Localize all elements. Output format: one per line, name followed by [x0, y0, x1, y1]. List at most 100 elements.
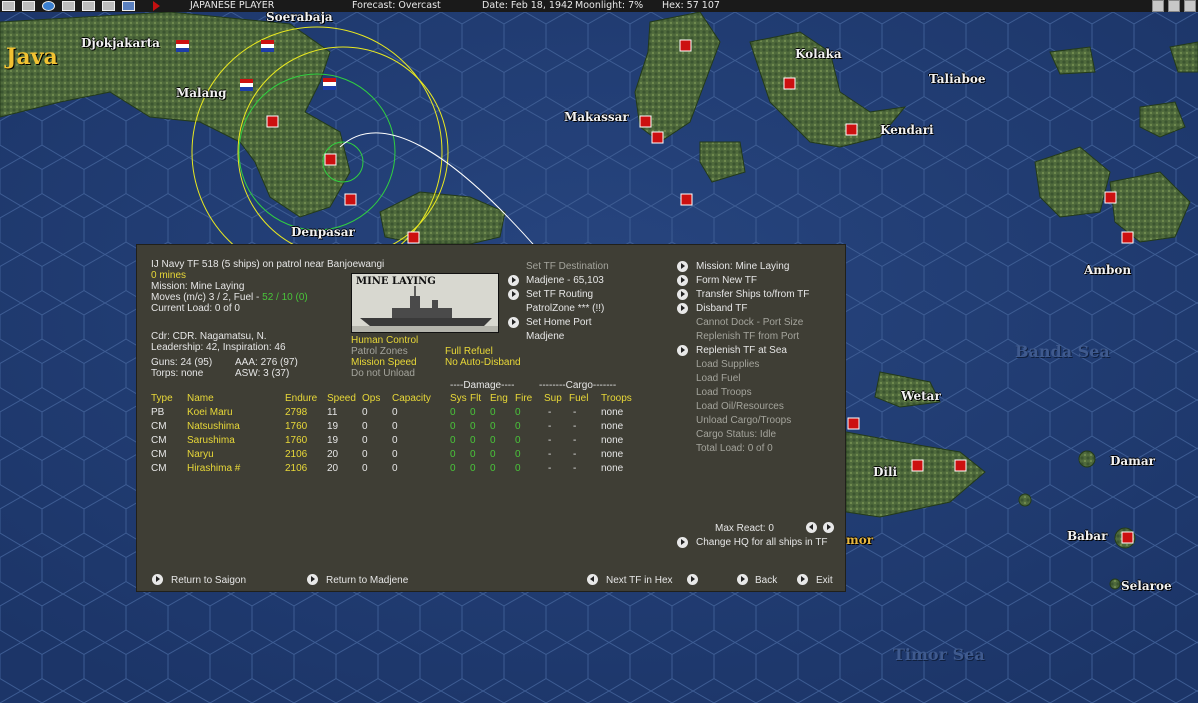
set-routing-button[interactable]: [508, 289, 519, 300]
table-header-eng[interactable]: Eng: [490, 393, 508, 405]
return-saigon-label[interactable]: Return to Saigon: [171, 575, 246, 587]
ship-row-1-name[interactable]: Natsushima: [187, 421, 240, 433]
next-tf-button[interactable]: [687, 574, 698, 585]
prev-tf-button[interactable]: [587, 574, 598, 585]
place-ambon[interactable]: Ambon: [1084, 263, 1131, 277]
set-destination-button[interactable]: [508, 275, 519, 286]
zoom-icon[interactable]: [1168, 0, 1180, 12]
back-label[interactable]: Back: [755, 575, 777, 587]
menu-transfer-ships[interactable]: Transfer Ships to/from TF: [696, 289, 809, 301]
table-header-ops[interactable]: Ops: [362, 393, 380, 405]
place-denpasar[interactable]: Denpasar: [291, 225, 355, 239]
save-icon[interactable]: [2, 1, 15, 11]
replenish-at-sea-button[interactable]: [677, 345, 688, 356]
sea-timor: Timor Sea: [893, 645, 985, 664]
place-babar[interactable]: Babar: [1067, 529, 1107, 543]
ops-icon[interactable]: [62, 1, 75, 11]
place-kolaka[interactable]: Kolaka: [795, 47, 842, 61]
table-header-fire[interactable]: Fire: [515, 393, 532, 405]
globe-icon[interactable]: [42, 1, 55, 11]
max-react-label: Max React: 0: [715, 523, 774, 534]
exit-button[interactable]: [797, 574, 808, 585]
sea-banda: Banda Sea: [1015, 342, 1110, 361]
report-icon[interactable]: [22, 1, 35, 11]
table-header-sup[interactable]: Sup: [544, 393, 562, 405]
patrol-zone-value[interactable]: PatrolZone *** (!!): [526, 303, 604, 315]
exit-label[interactable]: Exit: [816, 575, 833, 587]
table-header-fuel[interactable]: Fuel: [569, 393, 588, 405]
set-home-port-label[interactable]: Set Home Port: [526, 317, 592, 329]
max-react-increase[interactable]: [823, 522, 834, 533]
do-not-unload-toggle[interactable]: Do not Unload: [351, 368, 415, 380]
table-header-sys[interactable]: Sys: [450, 393, 467, 405]
flag-icon[interactable]: [1152, 0, 1164, 12]
place-djokjakarta[interactable]: Djokjakarta: [81, 36, 160, 50]
end-turn-icon[interactable]: [153, 1, 160, 11]
destination-value[interactable]: Madjene - 65,103: [526, 275, 604, 287]
change-hq-label[interactable]: Change HQ for all ships in TF: [696, 537, 828, 549]
ship-row-2-troops: none: [601, 435, 624, 446]
ship-row-3-sys: 0: [450, 449, 456, 460]
return-saigon-button[interactable]: [152, 574, 163, 585]
form-new-tf-button[interactable]: [677, 275, 688, 286]
return-madjene-label[interactable]: Return to Madjene: [326, 575, 408, 587]
ship-row-3-speed: 20: [327, 449, 339, 460]
mission-button[interactable]: [677, 261, 688, 272]
ship-row-0-fuel: -: [573, 407, 577, 418]
place-soerabaja[interactable]: Soerabaja: [266, 10, 333, 24]
ship-row-4-fuel: -: [573, 463, 577, 474]
place-damar[interactable]: Damar: [1110, 454, 1155, 468]
menu-total-load: Total Load: 0 of 0: [696, 443, 773, 454]
ship-row-0-endure: 2798: [285, 407, 308, 418]
ship-row-2-name[interactable]: Sarushima: [187, 435, 235, 447]
ship-row-4-name[interactable]: Hirashima #: [187, 463, 240, 475]
table-header-speed[interactable]: Speed: [327, 393, 356, 405]
ship-row-2-eng: 0: [490, 435, 496, 446]
place-wetar[interactable]: Wetar: [901, 389, 941, 403]
menu-mission[interactable]: Mission: Mine Laying: [696, 261, 789, 273]
window-icon[interactable]: [122, 1, 135, 11]
table-header-troops[interactable]: Troops: [601, 393, 632, 405]
change-hq-button[interactable]: [677, 537, 688, 548]
ship-row-3-type: CM: [151, 449, 167, 460]
table-header-capacity[interactable]: Capacity: [392, 393, 431, 405]
task-force-panel: IJ Navy TF 518 (5 ships) on patrol near …: [136, 244, 846, 592]
place-malang[interactable]: Malang: [176, 86, 227, 100]
disband-tf-button[interactable]: [677, 303, 688, 314]
set-routing-label[interactable]: Set TF Routing: [526, 289, 593, 301]
ship-picture: MINE LAYING: [351, 273, 499, 333]
ship-silhouette-icon: [352, 286, 498, 332]
no-auto-disband-toggle[interactable]: No Auto-Disband: [445, 357, 521, 369]
damage-group-header: ----Damage----: [450, 380, 515, 391]
table-header-name[interactable]: Name: [187, 393, 214, 405]
ship-row-0-speed: 11: [327, 407, 338, 418]
place-selaroe[interactable]: Selaroe: [1121, 579, 1172, 593]
doc-icon[interactable]: [102, 1, 115, 11]
ship-row-1-type: CM: [151, 421, 167, 432]
menu-form-new-tf[interactable]: Form New TF: [696, 275, 757, 287]
place-kendari[interactable]: Kendari: [880, 123, 934, 137]
place-dili[interactable]: Dili: [873, 465, 897, 479]
info-icon[interactable]: [82, 1, 95, 11]
ship-row-3-troops: none: [601, 449, 624, 460]
table-header-endure[interactable]: Endure: [285, 393, 317, 405]
table-header-flt[interactable]: Flt: [470, 393, 481, 405]
map-icon[interactable]: [1184, 0, 1196, 12]
home-port-value: Madjene: [526, 331, 565, 342]
set-home-port-button[interactable]: [508, 317, 519, 328]
next-tf-label[interactable]: Next TF in Hex: [606, 575, 673, 587]
ship-row-4-sup: -: [548, 463, 552, 474]
ship-row-0-name[interactable]: Koei Maru: [187, 407, 233, 419]
menu-disband-tf[interactable]: Disband TF: [696, 303, 748, 315]
place-taliaboe[interactable]: Taliaboe: [929, 72, 985, 86]
transfer-ships-button[interactable]: [677, 289, 688, 300]
ship-row-4-capacity: 0: [392, 463, 398, 474]
menu-replenish-sea[interactable]: Replenish TF at Sea: [696, 345, 787, 357]
back-button[interactable]: [737, 574, 748, 585]
table-header-type[interactable]: Type: [151, 393, 173, 405]
max-react-decrease[interactable]: [806, 522, 817, 533]
ship-row-4-sys: 0: [450, 463, 456, 474]
return-madjene-button[interactable]: [307, 574, 318, 585]
place-makassar[interactable]: Makassar: [564, 110, 629, 124]
ship-row-3-name[interactable]: Naryu: [187, 449, 214, 461]
